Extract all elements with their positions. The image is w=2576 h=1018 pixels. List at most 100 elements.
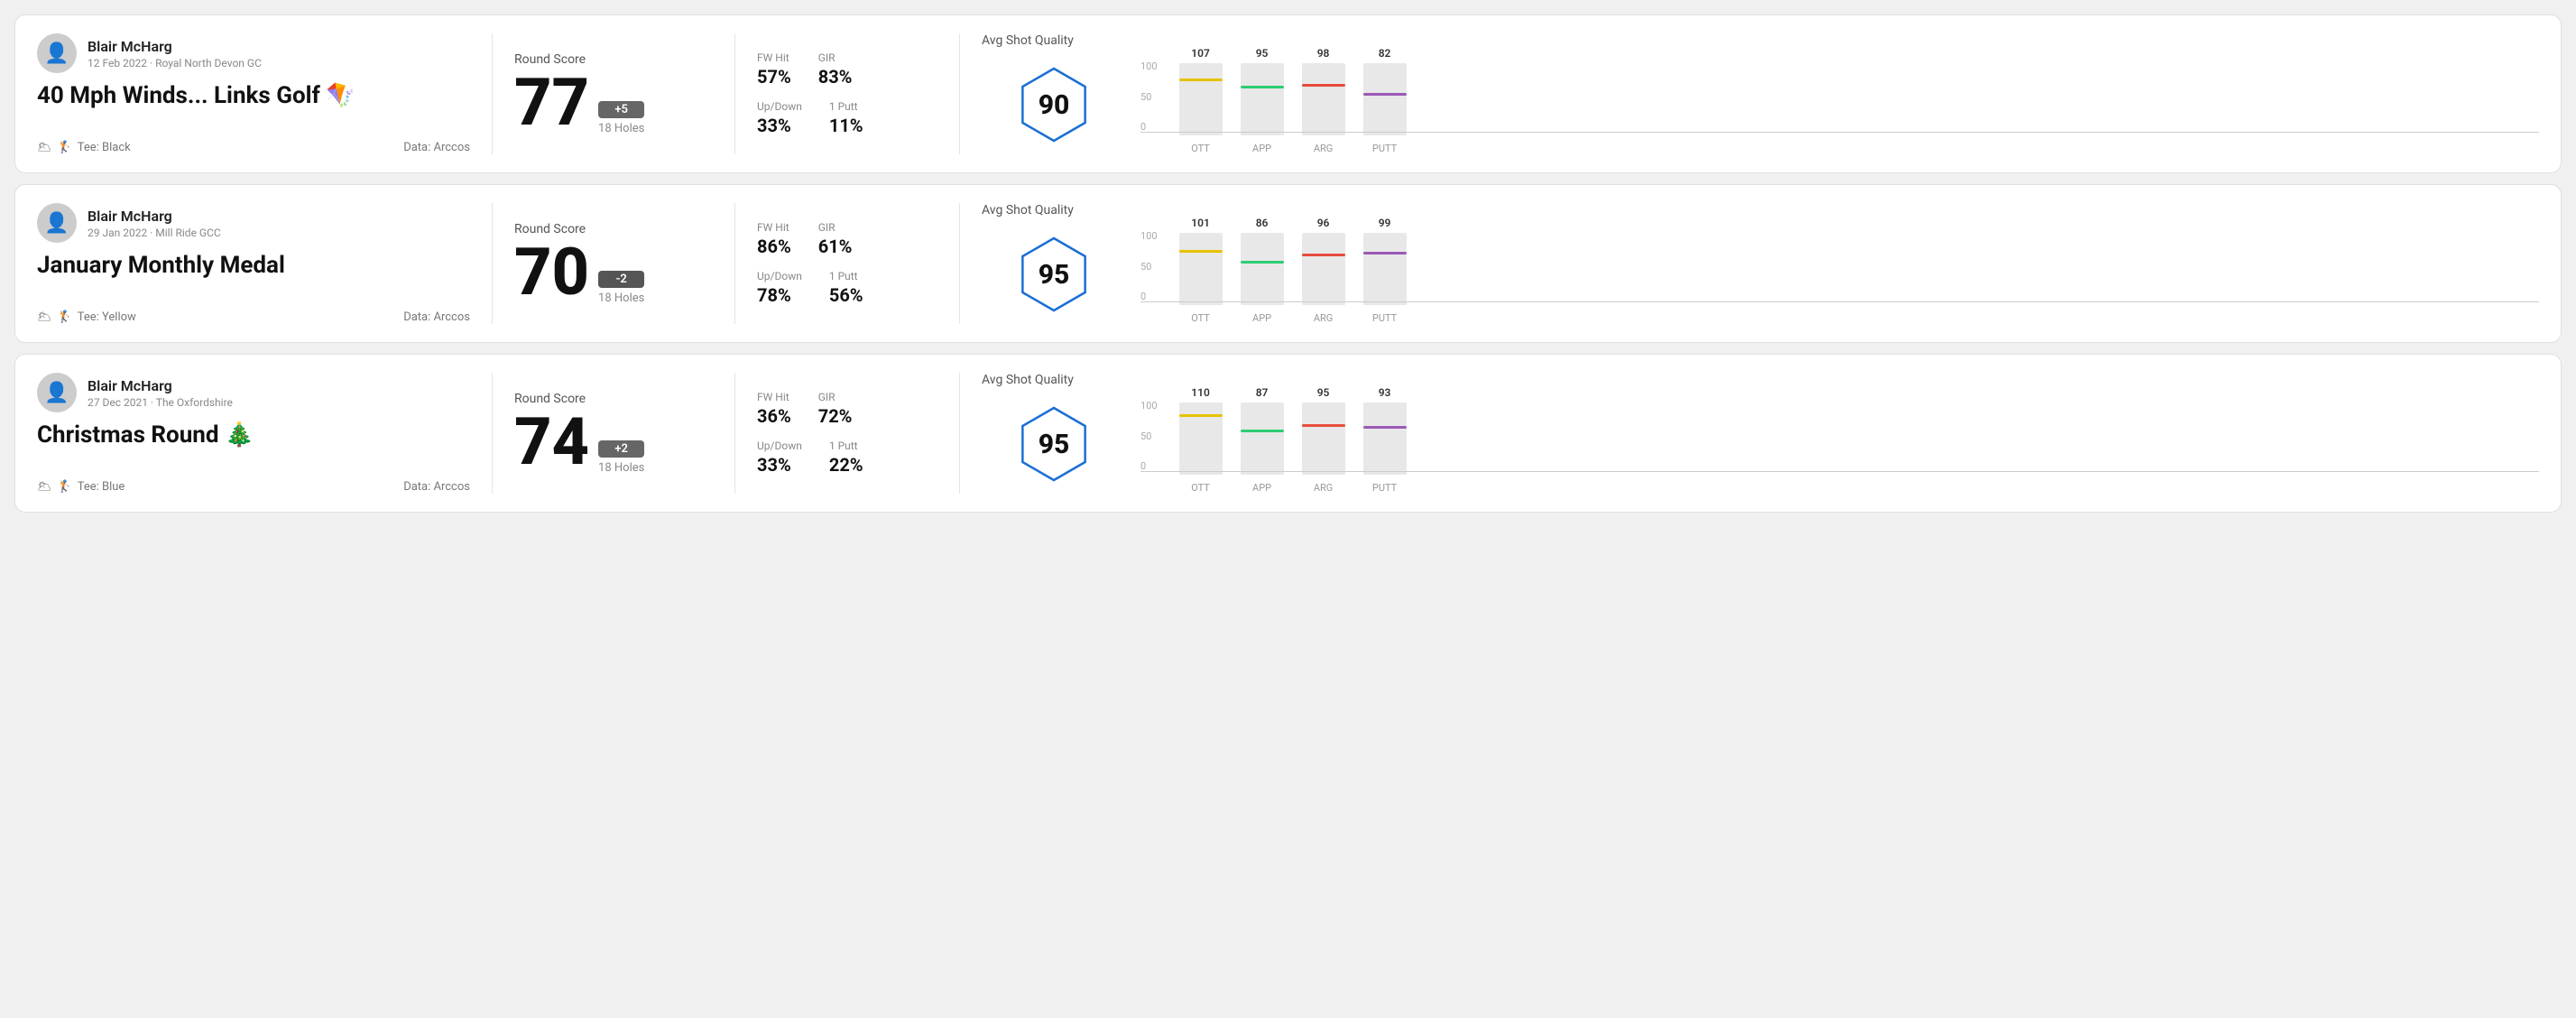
bar-axis-label: PUTT <box>1372 143 1397 154</box>
section-divider <box>492 373 493 494</box>
score-holes: 18 Holes <box>598 122 644 135</box>
tee-label: Tee: Black <box>78 141 131 154</box>
oneputt-label: 1 Putt <box>829 270 863 282</box>
score-section: Round Score 74 +2 18 Holes <box>514 373 713 494</box>
quality-label: Avg Shot Quality <box>982 373 1074 387</box>
chart-baseline <box>1140 301 2539 302</box>
fw-hit-value: 57% <box>757 66 791 88</box>
player-name: Blair McHarg <box>88 208 221 225</box>
bar-container <box>1241 403 1284 475</box>
fw-hit-value: 86% <box>757 236 791 257</box>
bar-container <box>1363 63 1407 135</box>
oneputt-value: 11% <box>829 115 863 136</box>
score-badge: -2 <box>598 271 644 288</box>
bar-container <box>1302 403 1345 475</box>
score-holes: 18 Holes <box>598 461 644 475</box>
bar-container <box>1302 63 1345 135</box>
bar-fill <box>1179 81 1223 135</box>
chart-y-labels: 100 50 0 <box>1140 60 1158 133</box>
stat-updown: Up/Down 33% <box>757 100 802 136</box>
stat-oneputt: 1 Putt 56% <box>829 270 863 306</box>
bar-container <box>1363 403 1407 475</box>
section-divider <box>734 33 735 154</box>
chart-bar-group: 95 ARG <box>1302 386 1345 494</box>
stat-gir: GIR 72% <box>818 391 853 427</box>
data-source: Data: Arccos <box>403 310 470 324</box>
avatar-icon: 👤 <box>44 42 69 65</box>
stat-gir: GIR 83% <box>818 51 853 88</box>
score-badge: +5 <box>598 101 644 118</box>
data-source: Data: Arccos <box>403 480 470 494</box>
chart-bar-group: 82 PUTT <box>1363 47 1407 154</box>
bar-container <box>1179 233 1223 305</box>
chart-bar-group: 96 ARG <box>1302 217 1345 324</box>
tee-label: Tee: Blue <box>78 480 125 494</box>
avatar: 👤 <box>37 373 77 412</box>
data-source: Data: Arccos <box>403 141 470 154</box>
bar-axis-label: ARG <box>1314 312 1333 324</box>
bar-fill <box>1363 255 1407 305</box>
stats-row-top: FW Hit 86% GIR 61% <box>757 221 937 257</box>
updown-value: 33% <box>757 115 802 136</box>
bar-line <box>1179 414 1223 417</box>
round-title: Christmas Round 🎄 <box>37 421 470 449</box>
player-meta: 12 Feb 2022 · Royal North Devon GC <box>88 57 262 69</box>
bar-line <box>1241 430 1284 432</box>
bar-chart: 100 50 0 101 OTT 86 APP <box>1140 207 2539 324</box>
quality-section: Avg Shot Quality 95 <box>982 203 1126 324</box>
quality-label: Avg Shot Quality <box>982 33 1074 48</box>
stat-fw-hit: FW Hit 57% <box>757 51 791 88</box>
stat-gir: GIR 61% <box>818 221 853 257</box>
round-card: 👤 Blair McHarg 12 Feb 2022 · Royal North… <box>14 14 2562 173</box>
score-section: Round Score 77 +5 18 Holes <box>514 33 713 154</box>
fw-hit-value: 36% <box>757 405 791 427</box>
fw-hit-label: FW Hit <box>757 221 791 234</box>
bar-container <box>1363 233 1407 305</box>
chart-bar-group: 86 APP <box>1241 217 1284 324</box>
stats-row-top: FW Hit 57% GIR 83% <box>757 51 937 88</box>
avatar: 👤 <box>37 33 77 73</box>
bar-axis-label: OTT <box>1191 312 1210 324</box>
bar-value: 86 <box>1256 217 1269 229</box>
bar-fill <box>1363 429 1407 475</box>
bar-value: 99 <box>1379 217 1391 229</box>
section-divider <box>492 33 493 154</box>
bar-fill <box>1302 87 1345 135</box>
score-row: 70 -2 18 Holes <box>514 240 713 305</box>
score-number: 74 <box>514 410 589 475</box>
section-divider <box>959 373 960 494</box>
score-badge-col: +2 18 Holes <box>598 440 644 475</box>
bar-axis-label: PUTT <box>1372 312 1397 324</box>
chart-section: 100 50 0 110 OTT 87 APP <box>1126 373 2539 494</box>
tee-info: 🌥 🏌 Tee: Yellow <box>37 310 136 324</box>
bar-fill <box>1302 427 1345 475</box>
bar-line <box>1363 252 1407 255</box>
bar-axis-label: ARG <box>1314 143 1333 154</box>
score-holes: 18 Holes <box>598 292 644 305</box>
tee-info: 🌥 🏌 Tee: Black <box>37 141 131 154</box>
bag-icon: 🏌 <box>58 310 72 324</box>
bar-axis-label: PUTT <box>1372 482 1397 494</box>
bar-container <box>1179 63 1223 135</box>
player-header: 👤 Blair McHarg 27 Dec 2021 · The Oxfords… <box>37 373 470 412</box>
player-meta: 27 Dec 2021 · The Oxfordshire <box>88 396 233 409</box>
bar-line <box>1179 79 1223 81</box>
bar-line <box>1302 424 1345 427</box>
bar-value: 98 <box>1317 47 1330 60</box>
stat-fw-hit: FW Hit 36% <box>757 391 791 427</box>
avatar: 👤 <box>37 203 77 243</box>
fw-hit-label: FW Hit <box>757 391 791 403</box>
bar-container <box>1302 233 1345 305</box>
gir-label: GIR <box>818 391 853 403</box>
quality-section: Avg Shot Quality 90 <box>982 33 1126 154</box>
player-footer: 🌥 🏌 Tee: Black Data: Arccos <box>37 141 470 154</box>
player-footer: 🌥 🏌 Tee: Blue Data: Arccos <box>37 480 470 494</box>
updown-label: Up/Down <box>757 270 802 282</box>
bar-fill <box>1179 253 1223 305</box>
stats-row-bottom: Up/Down 33% 1 Putt 11% <box>757 100 937 136</box>
round-title: January Monthly Medal <box>37 252 470 279</box>
section-divider <box>492 203 493 324</box>
tee-label: Tee: Yellow <box>78 310 136 324</box>
bar-container <box>1241 63 1284 135</box>
gir-value: 61% <box>818 236 853 257</box>
